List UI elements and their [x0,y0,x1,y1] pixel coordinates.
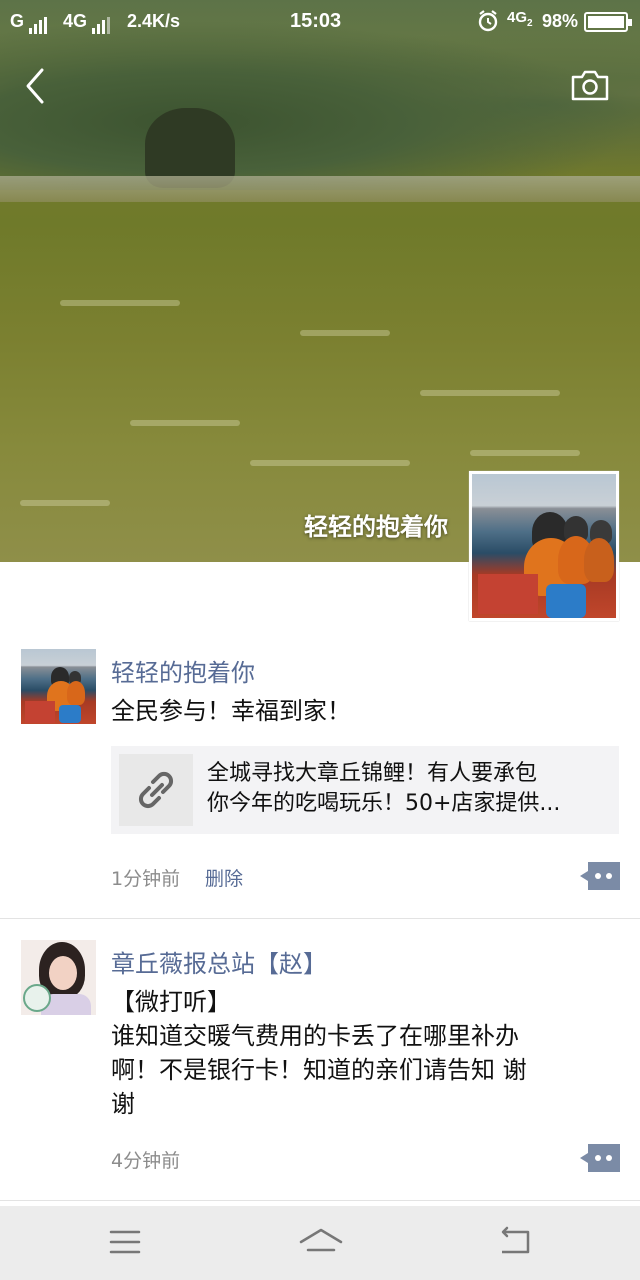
comment-button[interactable] [580,1144,620,1172]
home-icon [299,1228,343,1252]
signal-strength-icon [29,13,49,34]
back-icon [501,1226,530,1254]
network-right-label: 4G2 [507,9,533,29]
post-avatar[interactable] [21,649,96,724]
water-ripple [420,390,560,396]
post-text-line: 谢 [111,1090,135,1118]
post-text: 【微打听】 谁知道交暖气费用的卡丢了在哪里补办 啊！不是银行卡！知道的亲们请告知… [111,985,611,1121]
menu-icon [109,1230,141,1254]
link-title-line: 全城寻找大章丘锦鲤！有人要承包 [207,761,538,786]
post-avatar[interactable] [21,940,96,1015]
alarm-icon [476,9,500,38]
home-button[interactable] [298,1224,344,1260]
system-navigation-bar [0,1206,640,1280]
post-author-name[interactable]: 章丘薇报总站【赵】 [111,944,327,979]
avatar-badge-icon [23,984,51,1012]
link-title-line: 你今年的吃喝玩乐！50+店家提供... [207,791,561,816]
link-title: 全城寻找大章丘锦鲤！有人要承包 你今年的吃喝玩乐！50+店家提供... [207,759,607,819]
link-icon [138,771,174,809]
post-divider [0,918,640,919]
post-timestamp: 1分钟前 [111,868,181,890]
network-speed: 2.4K/s [127,11,181,31]
back-button[interactable] [18,66,54,106]
water-ripple [470,450,580,456]
post-divider [0,1200,640,1201]
post-text: 全民参与！幸福到家！ [111,697,351,725]
signal-strength-icon [92,13,112,34]
cover-hills [0,20,640,190]
link-card[interactable]: 全城寻找大章丘锦鲤！有人要承包 你今年的吃喝玩乐！50+店家提供... [111,746,619,834]
link-thumbnail [119,754,193,826]
comment-icon [580,1144,620,1172]
battery-icon [584,12,632,32]
post-timestamp: 4分钟前 [111,1150,181,1172]
avatar-face [49,956,77,990]
avatar-photo [21,649,96,724]
status-bar: G 4G 2.4K/s 15:03 4G2 98% [0,0,640,44]
carrier-1-label: G [10,11,25,31]
water-ripple [250,460,410,466]
battery-percent: 98% [542,11,579,31]
post-text-line: 【微打听】 [111,988,231,1016]
water-ripple [20,500,110,506]
water-ripple [300,330,390,336]
water-ripple [60,300,180,306]
back-nav-button[interactable] [496,1224,536,1260]
cover-shore [0,176,640,202]
delete-button[interactable]: 删除 [205,864,243,891]
back-arrow-icon [26,68,44,104]
menu-button[interactable] [105,1224,145,1260]
post-author-name[interactable]: 轻轻的抱着你 [111,653,255,688]
camera-button[interactable] [570,68,610,102]
carrier-2-label: 4G [63,11,88,31]
comment-icon [580,862,620,890]
water-ripple [130,420,240,426]
profile-name[interactable]: 轻轻的抱着你 [304,507,448,542]
post-text-line: 啊！不是银行卡！知道的亲们请告知 谢 [111,1056,527,1084]
post-text-line: 谁知道交暖气费用的卡丢了在哪里补办 [111,1022,519,1050]
clock: 15:03 [290,10,342,32]
camera-icon [571,70,609,101]
profile-avatar[interactable] [469,471,619,621]
avatar-photo [472,474,616,618]
comment-button[interactable] [580,862,620,890]
